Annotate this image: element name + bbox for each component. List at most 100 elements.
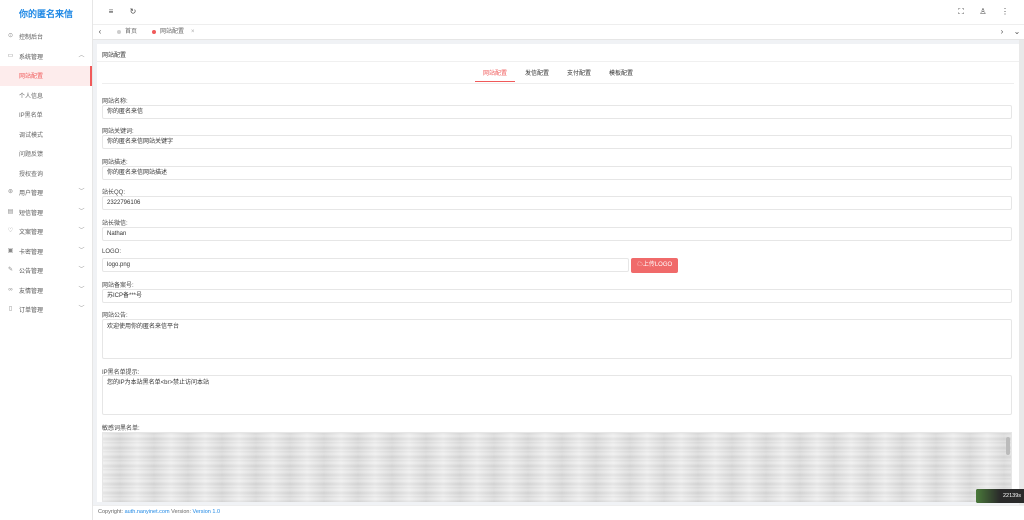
footer: Copyright: auth.nanyinet.com Version: Ve… xyxy=(93,505,1024,520)
site-name-label: 网站名称: xyxy=(102,99,128,105)
logo-field[interactable]: logo.png xyxy=(102,258,629,272)
config-tabs: 网站配置 发信配置 支付配置 模板配置 xyxy=(97,67,1019,83)
tab-scroll-right-icon[interactable]: › xyxy=(995,25,1009,39)
chevron-down-icon: ﹀ xyxy=(78,267,85,273)
page-title: 网站配置 xyxy=(102,53,127,59)
sidebar-item-dashboard[interactable]: ⊙ 控制后台 xyxy=(0,27,92,47)
sidebar-item-label: 订单管理 xyxy=(19,308,44,315)
upload-logo-label: 上传LOGO xyxy=(642,262,673,268)
card-icon: ▣ xyxy=(7,247,14,254)
message-icon: ▤ xyxy=(7,208,14,215)
sidebar-subitem-profile[interactable]: 个人信息 xyxy=(0,86,92,106)
chevron-down-icon: ﹀ xyxy=(78,306,85,312)
notice-label: 网站公告: xyxy=(102,313,128,319)
qq-field[interactable]: 2322796106 xyxy=(102,196,1012,210)
chevron-up-icon: ︿ xyxy=(78,52,85,59)
sidebar-item-orders[interactable]: ▯ 订单管理 ﹀ xyxy=(0,300,92,320)
icp-field[interactable]: 苏ICP备***号 xyxy=(102,289,1012,303)
notice-textarea[interactable]: 欢迎使用你的匿名来信平台 xyxy=(102,319,1012,359)
ip-blacklist-tip-textarea[interactable]: 您的IP为本站黑名单<br>禁止访问本站 xyxy=(102,375,1012,415)
sidebar-subitem-license[interactable]: 授权查询 xyxy=(0,164,92,184)
link-icon: ∞ xyxy=(8,286,13,293)
user-icon: ⊛ xyxy=(7,189,14,196)
tab-dot xyxy=(152,30,156,34)
sidebar-item-label: 用户管理 xyxy=(19,191,44,198)
page-tab-bar: ‹ 首页 网站配置 × › ⌄ xyxy=(93,25,1024,40)
sensitive-words-label: 敏感词黑名单: xyxy=(102,426,140,432)
sidebar-item-label: 公告管理 xyxy=(19,269,44,276)
close-icon[interactable]: × xyxy=(191,25,195,39)
wechat-label: 站长微信: xyxy=(102,221,128,227)
page-scrollbar[interactable] xyxy=(1019,40,1024,505)
sensitive-words-textarea[interactable] xyxy=(102,432,1012,502)
textarea-scrollbar[interactable] xyxy=(1006,437,1010,455)
tab-home[interactable]: 首页 xyxy=(117,25,137,39)
tab-site-config[interactable]: 网站配置 xyxy=(474,67,515,82)
more-vertical-icon[interactable]: ⋮ xyxy=(1000,7,1010,17)
site-name-field[interactable]: 你的匿名来信 xyxy=(102,105,1012,119)
tab-send-config[interactable]: 发信配置 xyxy=(517,67,557,82)
sidebar-item-system[interactable]: ▭ 系统管理 ︿ xyxy=(0,47,92,67)
dashboard-icon: ⊙ xyxy=(7,33,14,40)
tab-template-config[interactable]: 模板配置 xyxy=(601,67,641,82)
fullscreen-icon[interactable]: ⛶ xyxy=(956,7,966,17)
tab-dot xyxy=(117,30,121,34)
brand-logo[interactable]: 你的匿名来信 xyxy=(0,0,92,27)
chevron-down-icon[interactable]: ⌄ xyxy=(1010,25,1024,39)
config-card: 网站配置 网站配置 发信配置 支付配置 模板配置 网站名称: 你的匿名来信 网站… xyxy=(97,44,1019,502)
sidebar-item-label: 控制后台 xyxy=(19,35,44,42)
qq-label: 站长QQ: xyxy=(102,190,126,196)
footer-version[interactable]: Version 1.0 xyxy=(193,509,221,515)
wechat-field[interactable]: Nathan xyxy=(102,227,1012,241)
logo-label: LOGO: xyxy=(102,249,122,255)
tab-scroll-left-icon[interactable]: ‹ xyxy=(93,25,107,39)
upload-logo-button[interactable]: ☁上传LOGO xyxy=(631,258,678,273)
sidebar: 你的匿名来信 ⊙ 控制后台 ▭ 系统管理 ︿ 网站配置 个人信息 IP黑名单 调… xyxy=(0,0,93,520)
sidebar-item-copy[interactable]: ♡ 文案管理 ﹀ xyxy=(0,222,92,242)
monitor-icon: ▭ xyxy=(7,52,14,59)
sidebar-item-cards[interactable]: ▣ 卡密管理 ﹀ xyxy=(0,242,92,262)
chevron-down-icon: ﹀ xyxy=(78,228,85,234)
heart-icon: ♡ xyxy=(7,228,14,235)
chevron-down-icon: ﹀ xyxy=(78,189,85,195)
document-icon: ▯ xyxy=(8,306,13,313)
sidebar-item-label: 友情管理 xyxy=(19,288,44,295)
footer-site-link[interactable]: auth.nanyinet.com xyxy=(125,509,170,515)
timer-badge: 22139s xyxy=(976,489,1024,503)
description-field[interactable]: 你的匿名来信网站描述 xyxy=(102,166,1012,180)
sidebar-item-notice[interactable]: ✎ 公告管理 ﹀ xyxy=(0,261,92,281)
edit-icon: ✎ xyxy=(7,267,14,274)
timer-badge-text: 22139s xyxy=(1002,493,1021,499)
sidebar-item-links[interactable]: ∞ 友情管理 ﹀ xyxy=(0,281,92,301)
footer-copyright: Copyright: xyxy=(98,509,124,515)
tab-site-config[interactable]: 网站配置 × xyxy=(152,25,195,39)
description-label: 网站描述: xyxy=(102,160,128,166)
sidebar-item-label: 文案管理 xyxy=(19,230,44,237)
refresh-icon[interactable]: ↻ xyxy=(128,7,138,17)
tab-label: 网站配置 xyxy=(160,29,185,35)
divider xyxy=(97,61,1019,62)
tab-label: 首页 xyxy=(125,29,138,35)
sidebar-subitem-feedback[interactable]: 问题反馈 xyxy=(0,144,92,164)
badge-indicator xyxy=(976,489,1000,503)
keywords-field[interactable]: 你的匿名来信网站关键字 xyxy=(102,135,1012,149)
sidebar-subitem-ip-blacklist[interactable]: IP黑名单 xyxy=(0,105,92,125)
top-header: ≡ ↻ ⛶ ♙ ⋮ xyxy=(93,0,1024,25)
chevron-down-icon: ﹀ xyxy=(78,286,85,293)
sidebar-item-label: 短信管理 xyxy=(19,210,44,217)
chevron-down-icon: ﹀ xyxy=(78,247,85,254)
tab-pay-config[interactable]: 支付配置 xyxy=(559,67,599,82)
keywords-label: 网站关键词: xyxy=(102,129,134,135)
sidebar-item-users[interactable]: ⊛ 用户管理 ﹀ xyxy=(0,183,92,203)
sidebar-item-label: 卡密管理 xyxy=(19,249,44,256)
sidebar-item-label: 系统管理 xyxy=(19,54,44,61)
footer-version-label: Version: xyxy=(171,509,191,515)
sidebar-item-sms[interactable]: ▤ 短信管理 ﹀ xyxy=(0,203,92,223)
menu-toggle-icon[interactable]: ≡ xyxy=(106,7,116,17)
sidebar-subitem-site-config[interactable]: 网站配置 xyxy=(0,66,92,86)
sidebar-subitem-debug[interactable]: 调试模式 xyxy=(0,125,92,145)
user-avatar-icon[interactable]: ♙ xyxy=(978,7,988,17)
icp-label: 网站备案号: xyxy=(102,283,134,289)
divider xyxy=(102,83,1014,84)
chevron-down-icon: ﹀ xyxy=(78,208,85,215)
